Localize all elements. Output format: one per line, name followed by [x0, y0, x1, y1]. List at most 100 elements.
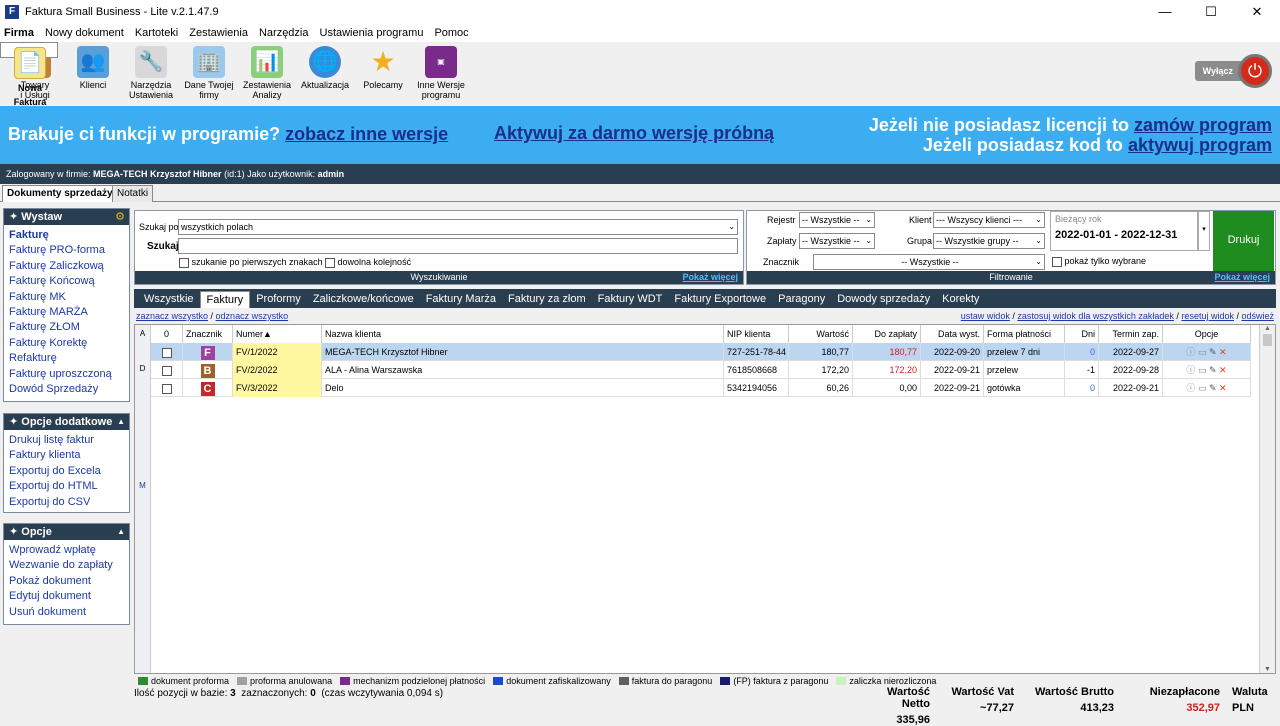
only-selected-option[interactable]: pokaż tylko wybrane: [1052, 256, 1146, 267]
edit-icon[interactable]: ✎: [1209, 347, 1217, 357]
delete-icon[interactable]: ✕: [1219, 383, 1227, 393]
tab-wdt[interactable]: Faktury WDT: [592, 291, 669, 308]
col-number[interactable]: Numer▲: [233, 325, 322, 343]
vertical-scrollbar[interactable]: ▲ ▼: [1259, 325, 1275, 673]
issue-correction-link[interactable]: Fakturę Korektę: [4, 336, 129, 351]
group-select[interactable]: -- Wszystkie grupy -- ⌄: [933, 233, 1045, 249]
col-term[interactable]: Termin zap.: [1099, 325, 1163, 343]
toolbar-new-invoice-button[interactable]: 📄 Nowa Faktura: [0, 42, 58, 107]
apply-view-link[interactable]: zastosuj widok dla wszystkich zakładek: [1017, 311, 1174, 321]
preview-icon[interactable]: ▭: [1198, 365, 1207, 375]
delete-document-link[interactable]: Usuń dokument: [4, 605, 129, 620]
menu-ustawienia[interactable]: Ustawienia programu: [320, 27, 424, 39]
toolbar-clients-button[interactable]: 👥 Klienci: [64, 42, 122, 106]
row-checkbox[interactable]: [161, 383, 172, 394]
power-button[interactable]: Wyłącz ⏻: [1194, 54, 1272, 88]
col-client[interactable]: Nazwa klienta: [322, 325, 724, 343]
any-order-option[interactable]: dowolna kolejność: [325, 257, 411, 268]
toolbar-update-button[interactable]: 🌐 Aktualizacja: [296, 42, 354, 106]
reset-view-link[interactable]: resetuj widok: [1181, 311, 1234, 321]
tab-advance-final[interactable]: Zaliczkowe/końcowe: [307, 291, 420, 308]
menu-pomoc[interactable]: Pomoc: [434, 27, 468, 39]
table-row[interactable]: B FV/2/2022 ALA - Alina Warszawska 76185086…: [151, 361, 1251, 379]
tab-export[interactable]: Faktury Exportowe: [668, 291, 772, 308]
activate-trial-link[interactable]: Aktywuj za darmo wersję próbną: [494, 123, 774, 144]
marker-select[interactable]: -- Wszystkie -- ⌄: [813, 254, 1045, 270]
show-document-link[interactable]: Pokaż dokument: [4, 574, 129, 589]
activate-program-link[interactable]: aktywuj program: [1128, 135, 1272, 155]
first-chars-checkbox[interactable]: [179, 257, 189, 268]
deselect-all-link[interactable]: odznacz wszystko: [216, 311, 289, 321]
tab-invoices[interactable]: Faktury: [199, 291, 251, 308]
search-by-select[interactable]: wszystkich polach ⌄: [178, 219, 738, 235]
tab-receipts[interactable]: Paragony: [772, 291, 831, 308]
issue-margin-link[interactable]: Fakturę MARŻA: [4, 305, 129, 320]
tab-corrections[interactable]: Korekty: [936, 291, 985, 308]
issue-mk-link[interactable]: Fakturę MK: [4, 290, 129, 305]
tab-proformas[interactable]: Proformy: [250, 291, 307, 308]
az-letter[interactable]: D: [135, 338, 150, 373]
col-check[interactable]: 0: [151, 325, 183, 343]
edit-icon[interactable]: ✎: [1209, 365, 1217, 375]
close-button[interactable]: ✕: [1234, 0, 1280, 24]
col-nip[interactable]: NIP klienta: [724, 325, 789, 343]
row-checkbox[interactable]: [161, 347, 172, 358]
tab-sales-documents[interactable]: Dokumenty sprzedaży: [2, 185, 118, 202]
scroll-down-icon[interactable]: ▼: [1260, 666, 1275, 673]
client-select[interactable]: --- Wszyscy klienci --- ⌄: [933, 212, 1045, 228]
info-icon[interactable]: ⓘ: [1186, 365, 1195, 375]
collapse-icon[interactable]: ▲: [117, 414, 125, 430]
set-view-link[interactable]: ustaw widok: [961, 311, 1010, 321]
col-marker[interactable]: Znacznik: [183, 325, 233, 343]
col-value[interactable]: Wartość: [789, 325, 853, 343]
col-due[interactable]: Do zapłaty: [853, 325, 921, 343]
menu-narzedzia[interactable]: Narzędzia: [259, 27, 309, 39]
minimize-button[interactable]: —: [1142, 0, 1188, 24]
menu-kartoteki[interactable]: Kartoteki: [135, 27, 178, 39]
issue-scrap-link[interactable]: Fakturę ZŁOM: [4, 320, 129, 335]
az-letter[interactable]: M: [135, 373, 150, 490]
register-select[interactable]: -- Wszystkie -- ⌄: [799, 212, 875, 228]
search-show-more-link[interactable]: Pokaż więcej: [682, 271, 738, 284]
export-csv-link[interactable]: Exportuj do CSV: [4, 495, 129, 510]
print-button[interactable]: Drukuj: [1213, 211, 1274, 271]
issue-reinvoice-link[interactable]: Refakturę: [4, 351, 129, 366]
col-days[interactable]: Dni: [1065, 325, 1099, 343]
preview-icon[interactable]: ▭: [1198, 347, 1207, 357]
scroll-thumb[interactable]: [1263, 334, 1272, 346]
first-chars-option[interactable]: szukanie po pierwszych znakach: [179, 257, 323, 268]
info-icon[interactable]: ⓘ: [1186, 383, 1195, 393]
tab-margin[interactable]: Faktury Marża: [420, 291, 502, 308]
issue-simplified-link[interactable]: Fakturę uproszczoną: [4, 367, 129, 382]
enter-payment-link[interactable]: Wprowadź wpłatę: [4, 543, 129, 558]
collapse-icon[interactable]: ▲: [117, 524, 125, 540]
select-all-link[interactable]: zaznacz wszystko: [136, 311, 208, 321]
payments-select[interactable]: -- Wszystkie -- ⌄: [799, 233, 875, 249]
tab-sales-proofs[interactable]: Dowody sprzedaży: [831, 291, 936, 308]
period-box[interactable]: Bieżący rok 2022-01-01 - 2022-12-31: [1050, 211, 1198, 251]
menu-zestawienia[interactable]: Zestawienia: [189, 27, 248, 39]
refresh-link[interactable]: odśwież: [1241, 311, 1274, 321]
issue-final-link[interactable]: Fakturę Końcową: [4, 274, 129, 289]
toolbar-versions-button[interactable]: ▣ Inne Wersje programu: [412, 42, 470, 106]
order-program-link[interactable]: zamów program: [1134, 115, 1272, 135]
issue-advance-link[interactable]: Fakturę Zaliczkową: [4, 259, 129, 274]
issue-sales-proof-link[interactable]: Dowód Sprzedaży: [4, 382, 129, 397]
info-icon[interactable]: ⓘ: [1186, 347, 1195, 357]
col-date[interactable]: Data wyst.: [921, 325, 984, 343]
edit-document-link[interactable]: Edytuj dokument: [4, 589, 129, 604]
tab-all[interactable]: Wszystkie: [138, 291, 200, 308]
settings-icon[interactable]: ⚙: [115, 209, 125, 225]
menu-nowy-dokument[interactable]: Nowy dokument: [45, 27, 124, 39]
filter-show-more-link[interactable]: Pokaż więcej: [1214, 271, 1270, 284]
export-html-link[interactable]: Exportuj do HTML: [4, 479, 129, 494]
toolbar-company-button[interactable]: 🏢 Dane Twojej firmy: [180, 42, 238, 106]
tab-notes[interactable]: Notatki: [112, 185, 154, 202]
issue-proforma-link[interactable]: Fakturę PRO-forma: [4, 243, 129, 258]
edit-icon[interactable]: ✎: [1209, 383, 1217, 393]
delete-icon[interactable]: ✕: [1219, 347, 1227, 357]
col-payment[interactable]: Forma płatności: [984, 325, 1065, 343]
col-options[interactable]: Opcje: [1163, 325, 1251, 343]
table-row[interactable]: C FV/3/2022 Delo 5342194056 60,26 0,00 2022-09…: [151, 379, 1251, 397]
row-checkbox[interactable]: [161, 365, 172, 376]
